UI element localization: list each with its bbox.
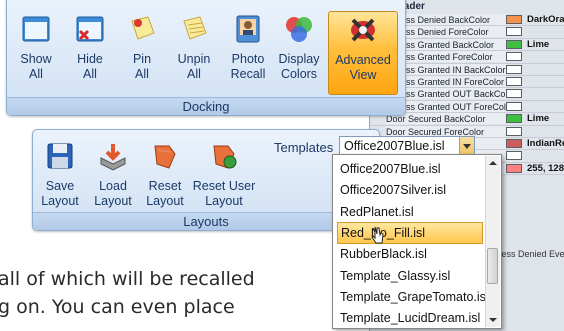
photo-recall-button[interactable]: Photo Recall: [223, 13, 273, 82]
color-swatch[interactable]: [506, 101, 522, 111]
layouts-group: Save Layout Load Layout Reset Layout Res…: [32, 129, 475, 231]
docking-group-title: Docking: [7, 97, 405, 115]
button-label-2: Colors: [280, 67, 318, 81]
button-label-1: Photo: [231, 52, 265, 66]
reset-user-layout-button[interactable]: Reset User Layout: [191, 140, 257, 209]
button-label-1: Reset User: [192, 179, 256, 193]
colors-icon: [286, 17, 312, 42]
hide-all-icon: [76, 16, 104, 42]
button-label-1: Advanced: [335, 53, 391, 67]
load-icon: [100, 144, 126, 171]
button-label-2: Layout: [94, 194, 132, 208]
advanced-view-button[interactable]: Advanced View: [328, 11, 398, 95]
button-label-2: All: [187, 67, 201, 81]
docking-group: Show All Hide All Pin All Unpin All Phot…: [6, 0, 406, 116]
color-swatch[interactable]: [506, 163, 522, 173]
button-label-1: Save: [45, 179, 75, 193]
pin-all-button[interactable]: Pin All: [119, 13, 165, 82]
template-option[interactable]: Red_No_Fill.isl: [337, 221, 483, 244]
button-label-2: Layout: [146, 194, 184, 208]
template-option[interactable]: RubberBlack.isl: [337, 243, 483, 265]
hide-all-button[interactable]: Hide All: [67, 13, 113, 82]
photo-icon: [236, 15, 260, 43]
color-swatch[interactable]: [506, 77, 522, 86]
chevron-down-icon[interactable]: [459, 137, 474, 155]
button-label-1: Load: [99, 179, 127, 193]
scroll-down-icon[interactable]: [486, 313, 500, 327]
button-label-2: Layout: [205, 194, 243, 208]
mouse-cursor-icon: [371, 226, 384, 244]
color-swatch[interactable]: [506, 139, 522, 148]
layouts-group-title: Layouts: [33, 212, 379, 230]
promo-line-1: all of which will be recalled: [0, 268, 255, 290]
property-name: Door Secured ForeColor: [386, 125, 506, 137]
button-label-1: Reset: [148, 179, 182, 193]
promo-line-2: g on. You can even place: [0, 296, 235, 318]
docking-button[interactable]: Show All: [13, 13, 59, 82]
reset-user-icon: [213, 145, 237, 169]
templates-label: Templates: [274, 140, 334, 155]
button-label-1: Show: [20, 52, 52, 66]
color-swatch[interactable]: [506, 89, 522, 99]
advanced-view-icon: [351, 18, 375, 42]
unpin-icon: [183, 16, 207, 40]
template-option[interactable]: Template_GrapeTomato.isl: [337, 286, 489, 308]
color-swatch[interactable]: [506, 64, 522, 74]
button-label-2: View: [349, 68, 377, 82]
save-icon: [47, 143, 73, 169]
color-swatch[interactable]: [506, 52, 522, 62]
property-value[interactable]: IndianRed: [527, 138, 564, 150]
button-label-1: Display: [278, 52, 320, 66]
reset-layout-button[interactable]: Reset Layout: [143, 140, 187, 209]
color-swatch[interactable]: [506, 27, 522, 37]
button-label-1: Hide: [77, 52, 103, 66]
button-label-2: Recall: [230, 67, 266, 81]
templates-combo[interactable]: Office2007Blue.isl: [339, 136, 475, 156]
button-label-2: Layout: [41, 194, 79, 208]
event-label: cess Denied Event: [497, 249, 564, 259]
templates-combo-value: Office2007Blue.isl: [344, 139, 445, 153]
property-value[interactable]: Lime: [527, 39, 549, 51]
scroll-thumb[interactable]: [487, 248, 498, 284]
button-label-1: Pin: [132, 52, 152, 66]
color-swatch[interactable]: [506, 114, 522, 124]
load-layout-button[interactable]: Load Layout: [91, 140, 135, 209]
button-label-1: Unpin: [177, 52, 211, 66]
scroll-up-icon[interactable]: [486, 156, 500, 170]
templates-dropdown-list: Office2007Blue.isl Office2007Silver.isl Re…: [332, 154, 502, 329]
color-swatch[interactable]: [506, 151, 522, 161]
show-all-icon: [22, 16, 50, 42]
property-value[interactable]: DarkOrange: [527, 14, 564, 26]
property-value[interactable]: Lime: [527, 113, 549, 125]
dropdown-scrollbar[interactable]: [485, 156, 500, 327]
property-value[interactable]: 255, 128, 128: [527, 163, 564, 175]
color-swatch[interactable]: [506, 126, 522, 136]
template-option[interactable]: RedPlanet.isl: [337, 201, 483, 223]
button-label-2: All: [29, 67, 43, 81]
display-colors-button[interactable]: Display Colors: [274, 13, 324, 82]
template-option[interactable]: Template_Glassy.isl: [337, 265, 483, 287]
color-swatch[interactable]: [506, 15, 522, 24]
button-label-2: All: [83, 67, 97, 81]
template-option[interactable]: Template_LucidDream.isl: [337, 307, 483, 329]
pin-icon: [131, 16, 155, 40]
button-label-2: All: [135, 67, 149, 81]
save-layout-button[interactable]: Save Layout: [39, 140, 81, 209]
template-option[interactable]: Office2007Silver.isl: [337, 179, 483, 201]
template-option[interactable]: Office2007Blue.isl: [337, 158, 483, 180]
color-swatch[interactable]: [506, 39, 522, 49]
reset-icon: [154, 145, 176, 169]
unpin-all-button[interactable]: Unpin All: [171, 13, 217, 82]
